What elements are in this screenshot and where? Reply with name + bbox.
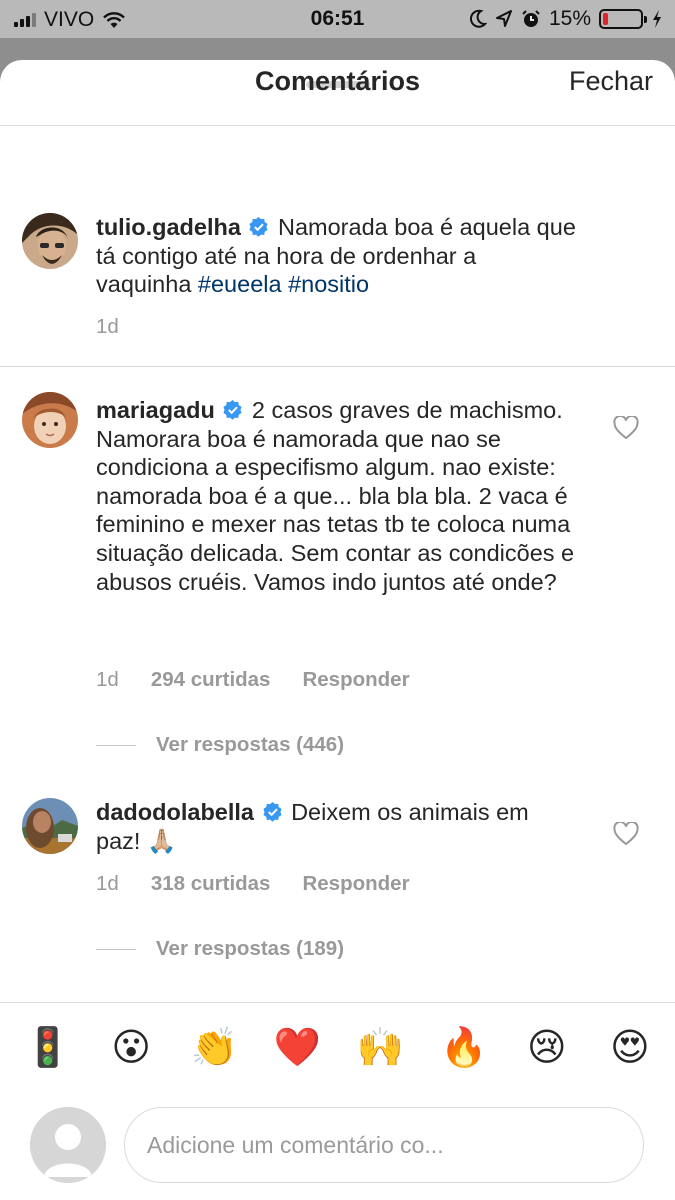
comment-input[interactable]: [147, 1131, 621, 1159]
battery-icon: [599, 9, 647, 29]
likes-count[interactable]: 294 curtidas: [151, 668, 271, 692]
comment-input-wrapper: [124, 1107, 644, 1183]
alarm-icon: [522, 10, 540, 27]
battery-percent: 15%: [548, 7, 591, 30]
default-avatar-icon: [30, 1107, 106, 1183]
verified-badge-icon: [223, 400, 242, 420]
hashtag-link[interactable]: #nositio: [288, 271, 369, 297]
like-heart-icon[interactable]: [613, 822, 639, 846]
view-replies-button[interactable]: Ver respostas (446): [96, 733, 344, 757]
avatar[interactable]: [22, 213, 78, 269]
caption-time: 1d: [96, 315, 119, 338]
avatar[interactable]: [22, 392, 78, 448]
comment-meta: 1d 294 curtidas Responder: [96, 668, 410, 692]
close-button[interactable]: Fechar: [569, 66, 653, 97]
emoji-quick-bar: 🚦 😮 👏 ❤️ 🙌 🔥 😢 😍: [24, 1024, 654, 1072]
comment-text: dadodolabella Deixem os animais em paz! …: [96, 798, 576, 855]
like-heart-icon[interactable]: [613, 416, 639, 440]
comment-time: 1d: [96, 872, 119, 895]
likes-count[interactable]: 318 curtidas: [151, 872, 271, 896]
emoji-crying-button[interactable]: 😢: [523, 1024, 571, 1072]
emoji-heart-eyes-button[interactable]: 😍: [606, 1024, 654, 1072]
my-avatar: [30, 1107, 106, 1183]
reply-button[interactable]: Responder: [302, 668, 409, 692]
comment-username[interactable]: dadodolabella: [96, 799, 254, 825]
emoji-heart-button[interactable]: ❤️: [273, 1024, 321, 1072]
emoji-raised-hands-button[interactable]: 🙌: [357, 1024, 405, 1072]
caption-meta: 1d: [96, 315, 119, 339]
comments-header: Comentários Fechar: [0, 60, 675, 126]
emoji-bar-divider: [0, 1002, 675, 1003]
view-replies-button[interactable]: Ver respostas (189): [96, 937, 344, 961]
location-icon: [495, 10, 512, 27]
status-bar: VIVO 06:51 15%: [0, 0, 675, 38]
verified-badge-icon: [263, 802, 282, 822]
emoji-surprised-button[interactable]: 😮: [107, 1024, 155, 1072]
caption-divider: [0, 366, 675, 367]
moon-icon: [470, 9, 487, 28]
comment-username[interactable]: mariagadu: [96, 397, 215, 423]
comment-time: 1d: [96, 668, 119, 691]
emoji-traffic-light-button[interactable]: 🚦: [24, 1024, 72, 1072]
reply-button[interactable]: Responder: [302, 872, 409, 896]
status-right: 15%: [469, 7, 663, 31]
caption-text: tulio.gadelha Namorada boa é aquela que …: [96, 213, 576, 299]
emoji-clap-button[interactable]: 👏: [190, 1024, 238, 1072]
comment-meta: 1d 318 curtidas Responder: [96, 872, 410, 896]
view-replies-label: Ver respostas (189): [156, 937, 345, 960]
verified-badge-icon: [249, 217, 268, 237]
avatar[interactable]: [22, 798, 78, 854]
emoji-fire-button[interactable]: 🔥: [440, 1024, 488, 1072]
caption-username[interactable]: tulio.gadelha: [96, 214, 241, 240]
battery-fill: [603, 13, 609, 25]
replies-divider-line: [96, 744, 136, 746]
view-replies-label: Ver respostas (446): [156, 733, 345, 756]
comment-text: mariagadu 2 casos graves de machismo. Na…: [96, 396, 576, 596]
hashtag-link[interactable]: #eueela: [198, 271, 282, 297]
comment-body: 2 casos graves de machismo. Namorara boa…: [96, 397, 575, 595]
charging-icon: [653, 10, 661, 28]
replies-divider-line: [96, 948, 136, 950]
